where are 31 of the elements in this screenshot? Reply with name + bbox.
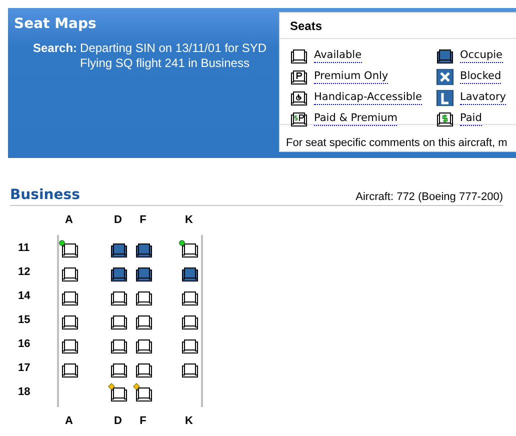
- row-number: 15: [18, 313, 30, 328]
- legend-link[interactable]: Premium Only: [314, 70, 388, 84]
- column-letter: D: [113, 213, 123, 228]
- column-letter: F: [138, 213, 148, 228]
- legend-link[interactable]: Paid & Premium: [314, 112, 398, 126]
- column-letter: D: [113, 414, 123, 428]
- legend-title: Seats: [290, 18, 322, 34]
- search-summary: Flying SQ flight 241 in Business: [80, 56, 250, 71]
- row-number: 17: [18, 361, 30, 376]
- column-letter: F: [138, 414, 148, 428]
- column-letter: K: [184, 414, 194, 428]
- cabin-title: Business: [10, 187, 80, 204]
- legend-link[interactable]: Paid: [460, 112, 482, 126]
- column-letter: A: [64, 213, 74, 228]
- row-number: 14: [18, 289, 30, 304]
- note-text: For seat specific comments on this aircraft, m: [286, 137, 508, 149]
- column-letter: K: [184, 213, 194, 228]
- legend-link[interactable]: Occupie: [460, 48, 503, 62]
- row-number: 18: [18, 385, 30, 400]
- search-summary: Departing SIN on 13/11/01 for SYD: [80, 41, 267, 56]
- column-letter: A: [64, 414, 74, 428]
- row-number: 16: [18, 337, 30, 352]
- legend-link[interactable]: Handicap-Accessible: [314, 90, 422, 104]
- search-label: Search:: [33, 41, 78, 57]
- row-number: 11: [18, 241, 30, 256]
- aircraft-info: Aircraft: 772 (Boeing 777-200): [356, 190, 503, 204]
- legend-link[interactable]: Available: [314, 48, 362, 62]
- row-number: 12: [18, 265, 30, 280]
- legend-link[interactable]: Blocked: [460, 70, 502, 84]
- legend-link[interactable]: Lavatory: [460, 90, 506, 104]
- page-title: Seat Maps: [14, 15, 98, 34]
